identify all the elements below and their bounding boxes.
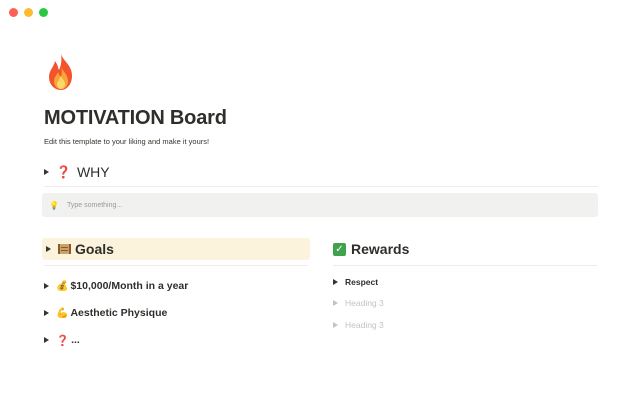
zoom-window-button[interactable]: [39, 8, 48, 17]
reward-item-placeholder[interactable]: Heading 3: [333, 319, 384, 331]
window-controls: [9, 8, 48, 17]
check-mark-button-icon: ✓: [333, 242, 346, 256]
why-heading-label: WHY: [76, 164, 110, 180]
toggle-triangle-icon[interactable]: [44, 283, 49, 289]
lightbulb-icon: 💡: [49, 200, 59, 210]
goal-item-label: $10,000/Month in a year: [70, 280, 189, 292]
page-title[interactable]: MOTIVATION Board: [44, 107, 227, 130]
money-bag-icon: 💰: [56, 280, 69, 292]
toggle-triangle-icon[interactable]: [333, 279, 338, 285]
goal-item-unknown[interactable]: ❓ ...: [44, 333, 80, 347]
notion-window: MOTIVATION Board Edit this template to y…: [0, 0, 640, 400]
toggle-triangle-icon[interactable]: [46, 246, 51, 252]
page-subtitle[interactable]: Edit this template to your liking and ma…: [44, 137, 209, 146]
divider: [44, 265, 308, 266]
close-window-button[interactable]: [9, 8, 18, 17]
goal-item-physique[interactable]: 💪 Aesthetic Physique: [44, 306, 167, 320]
rewards-heading[interactable]: ✓ Rewards: [333, 238, 597, 260]
scroll-icon: [58, 244, 71, 254]
red-question-mark-icon: ❓: [56, 334, 70, 347]
red-question-mark-icon: ❓: [56, 165, 71, 179]
divider: [333, 265, 597, 266]
fire-icon[interactable]: [44, 52, 80, 92]
reward-item-label: Heading 3: [345, 320, 384, 330]
callout-block[interactable]: 💡 Type something...: [42, 193, 598, 217]
toggle-triangle-icon[interactable]: [333, 300, 338, 306]
toggle-triangle-icon[interactable]: [44, 337, 49, 343]
goal-item-label: ...: [71, 334, 80, 346]
goals-heading-label: Goals: [75, 241, 114, 257]
flexed-biceps-icon: 💪: [56, 307, 69, 319]
reward-item-placeholder[interactable]: Heading 3: [333, 297, 384, 309]
toggle-triangle-icon[interactable]: [333, 322, 338, 328]
why-toggle-heading[interactable]: ❓ WHY: [44, 163, 110, 181]
minimize-window-button[interactable]: [24, 8, 33, 17]
reward-item-label: Heading 3: [345, 298, 384, 308]
callout-placeholder: Type something...: [66, 201, 123, 209]
goals-toggle-heading[interactable]: Goals: [42, 238, 310, 260]
toggle-triangle-icon[interactable]: [44, 169, 49, 175]
toggle-triangle-icon[interactable]: [44, 310, 49, 316]
goal-item-income[interactable]: 💰 $10,000/Month in a year: [44, 279, 188, 293]
reward-item-respect[interactable]: Respect: [333, 276, 378, 288]
rewards-heading-label: Rewards: [351, 241, 410, 257]
goal-item-label: Aesthetic Physique: [70, 307, 168, 319]
divider: [44, 186, 598, 187]
reward-item-label: Respect: [345, 277, 379, 287]
